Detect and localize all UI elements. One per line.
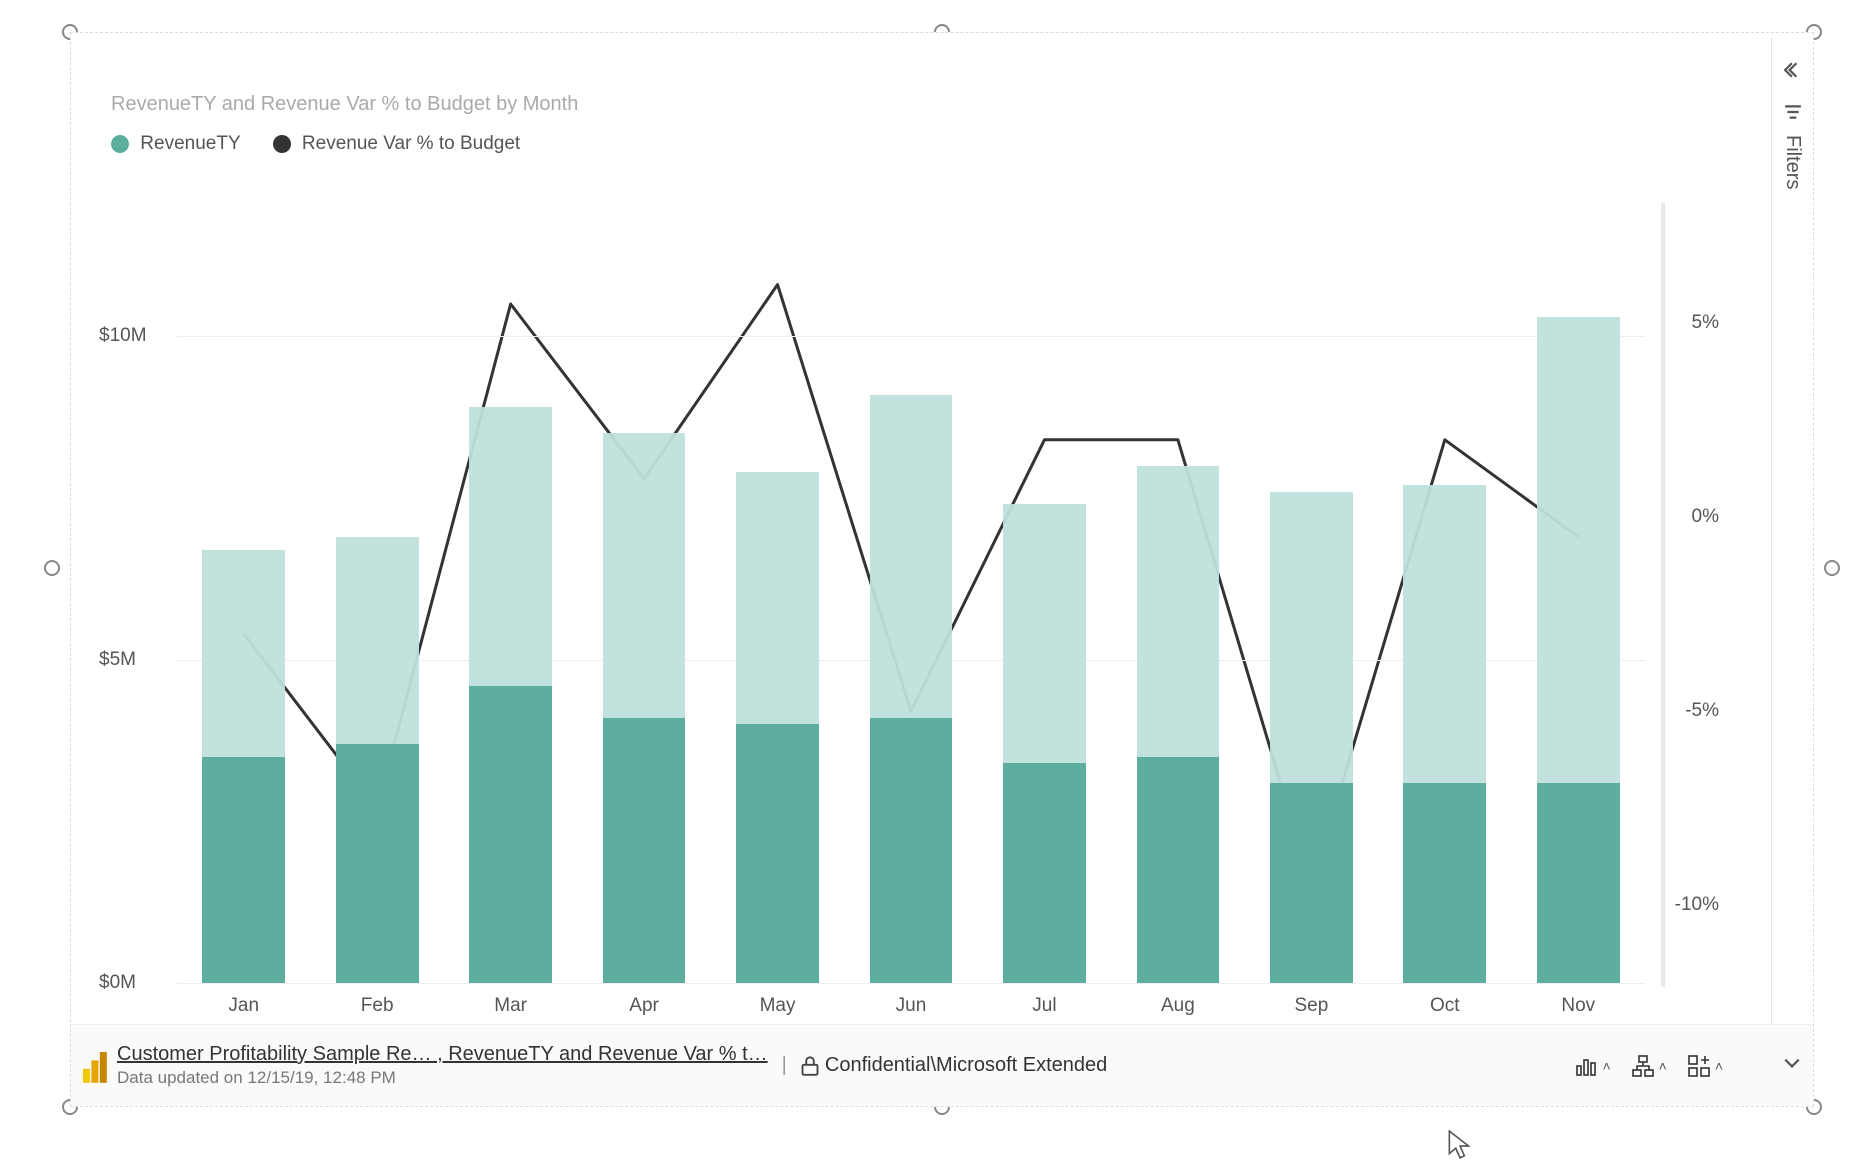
x-tick-label: Feb [361,995,394,1017]
y-left-tick: $10M [99,325,147,347]
bar-group[interactable] [603,207,686,983]
sensitivity-label: Confidential\Microsoft Extended [825,1054,1107,1077]
last-updated: Data updated on 12/15/19, 12:48 PM [117,1068,768,1088]
x-tick-label: Oct [1430,995,1460,1017]
bar-revenue [336,744,419,983]
bar-group[interactable] [469,207,552,983]
drill-down-button[interactable]: ˄ [1631,1054,1667,1078]
footer-chevron-down[interactable] [1783,1054,1801,1078]
bar-revenue [469,686,552,983]
bar-revenue [736,724,819,983]
bar-revenue [603,718,686,983]
bar-group[interactable] [870,207,953,983]
x-tick-label: Sep [1294,995,1328,1017]
bar-group[interactable] [336,207,419,983]
bar-group[interactable] [1537,207,1620,983]
gridline [177,983,1645,984]
filters-pane-collapsed[interactable]: Filters [1771,37,1813,1027]
drill-up-button[interactable]: ˄ [1574,1054,1610,1078]
legend-item-revenue[interactable]: RevenueTY [111,133,241,155]
y-right-tick: 5% [1692,312,1719,334]
visual-footer: Customer Profitability Sample Re… , Reve… [71,1024,1813,1106]
plot-area[interactable]: $0M$5M$10M-10%-5%0%5%JanFebMarAprMayJunJ… [177,207,1645,983]
y-right-tick: -10% [1675,894,1719,916]
breadcrumb[interactable]: Customer Profitability Sample Re… , Reve… [117,1043,768,1066]
x-tick-label: Nov [1561,995,1595,1017]
separator: | [782,1054,787,1077]
resize-handle-ml[interactable] [44,560,60,576]
x-tick-label: Mar [494,995,527,1017]
expand-level-button[interactable]: ˄ [1687,1054,1723,1078]
x-tick-label: Jan [228,995,259,1017]
bar-revenue [1003,763,1086,983]
bar-revenue [202,757,285,983]
chart-legend: RevenueTY Revenue Var % to Budget [111,133,520,155]
x-tick-label: Apr [629,995,659,1017]
bar-group[interactable] [1003,207,1086,983]
hierarchy-icon [1631,1054,1655,1078]
powerbi-icon [83,1049,111,1083]
bar-group[interactable] [202,207,285,983]
bar-revenue [1403,783,1486,983]
visual-container[interactable]: Filters RevenueTY and Revenue Var % to B… [70,32,1814,1107]
grid-plus-icon [1687,1054,1711,1078]
y-right-tick: 0% [1692,506,1719,528]
chart-title: RevenueTY and Revenue Var % to Budget by… [111,93,578,116]
cursor-icon [1448,1130,1470,1160]
bar-group[interactable] [736,207,819,983]
resize-handle-mr[interactable] [1824,560,1840,576]
lock-icon [801,1056,819,1076]
bar-revenue [1137,757,1220,983]
bar-group[interactable] [1403,207,1486,983]
bar-group[interactable] [1270,207,1353,983]
chevron-down-icon [1783,1054,1801,1072]
chevron-up-icon: ˄ [1659,1058,1667,1074]
expand-pane-icon [1784,61,1802,79]
visual-selection: Filters RevenueTY and Revenue Var % to B… [52,32,1832,1120]
legend-swatch [273,135,291,153]
legend-item-var[interactable]: Revenue Var % to Budget [273,133,521,155]
x-tick-label: Jun [896,995,927,1017]
bar-revenue [1270,783,1353,983]
y-right-tick: -5% [1685,700,1719,722]
legend-label: Revenue Var % to Budget [302,133,520,154]
bar-revenue [870,718,953,983]
secondary-axis-bar [1661,203,1665,987]
chevron-up-icon: ˄ [1715,1058,1723,1074]
bar-chart-icon [1574,1054,1598,1078]
chevron-up-icon: ˄ [1602,1058,1610,1074]
x-tick-label: May [760,995,796,1017]
filters-icon [1784,103,1802,121]
x-tick-label: Jul [1032,995,1056,1017]
y-left-tick: $5M [99,649,136,671]
filters-label: Filters [1781,135,1804,189]
x-tick-label: Aug [1161,995,1195,1017]
bar-group[interactable] [1137,207,1220,983]
legend-label: RevenueTY [140,133,240,154]
bar-revenue [1537,783,1620,983]
y-left-tick: $0M [99,972,136,994]
legend-swatch [111,135,129,153]
